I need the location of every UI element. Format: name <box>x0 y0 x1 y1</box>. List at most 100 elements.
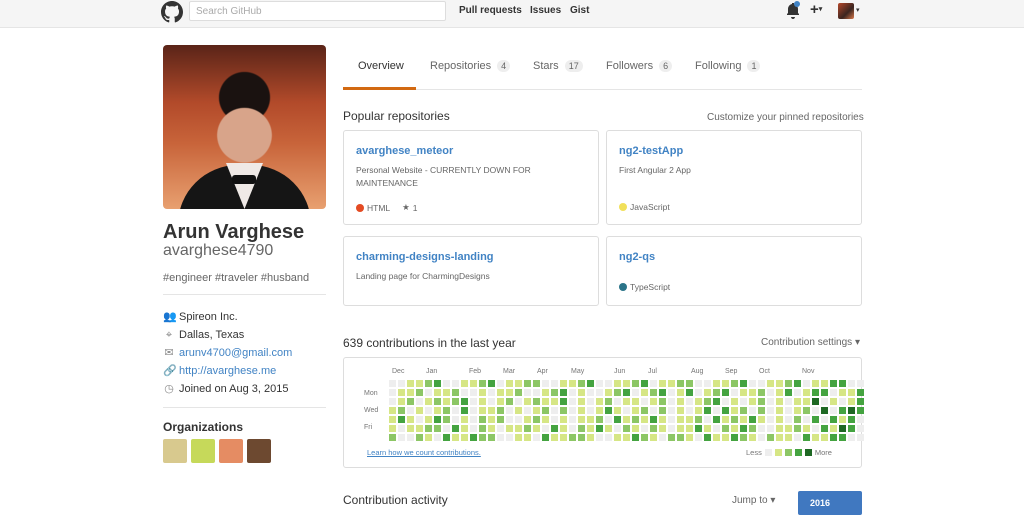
contribution-day[interactable] <box>605 416 612 423</box>
tab-stars[interactable]: Stars 17 <box>533 60 583 72</box>
contribution-day[interactable] <box>470 398 477 405</box>
contribution-day[interactable] <box>785 380 792 387</box>
contribution-day[interactable] <box>515 398 522 405</box>
contribution-day[interactable] <box>614 380 621 387</box>
contribution-day[interactable] <box>785 389 792 396</box>
create-new-button[interactable]: +▾ <box>810 2 822 18</box>
contribution-day[interactable] <box>551 407 558 414</box>
contribution-day[interactable] <box>857 407 864 414</box>
customize-pinned-link[interactable]: Customize your pinned repositories <box>707 112 864 123</box>
contribution-day[interactable] <box>740 407 747 414</box>
contribution-day[interactable] <box>785 407 792 414</box>
contribution-day[interactable] <box>713 407 720 414</box>
contribution-day[interactable] <box>767 416 774 423</box>
contribution-day[interactable] <box>785 416 792 423</box>
contribution-day[interactable] <box>416 380 423 387</box>
chevron-down-icon[interactable]: ▾ <box>856 6 860 14</box>
contribution-day[interactable] <box>848 389 855 396</box>
search-input[interactable] <box>189 1 446 21</box>
contribution-day[interactable] <box>425 425 432 432</box>
contribution-day[interactable] <box>695 398 702 405</box>
contribution-day[interactable] <box>641 434 648 441</box>
contribution-day[interactable] <box>704 380 711 387</box>
contribution-day[interactable] <box>668 425 675 432</box>
contribution-day[interactable] <box>803 434 810 441</box>
contribution-day[interactable] <box>668 380 675 387</box>
contribution-day[interactable] <box>758 407 765 414</box>
contribution-day[interactable] <box>443 398 450 405</box>
contribution-day[interactable] <box>551 380 558 387</box>
contribution-day[interactable] <box>479 416 486 423</box>
contribution-day[interactable] <box>758 389 765 396</box>
contribution-day[interactable] <box>731 398 738 405</box>
contribution-day[interactable] <box>695 416 702 423</box>
contribution-day[interactable] <box>758 416 765 423</box>
contribution-day[interactable] <box>596 380 603 387</box>
nav-gist[interactable]: Gist <box>570 5 589 16</box>
contribution-day[interactable] <box>623 425 630 432</box>
contribution-day[interactable] <box>479 407 486 414</box>
contribution-day[interactable] <box>821 398 828 405</box>
contribution-day[interactable] <box>659 416 666 423</box>
learn-contributions-link[interactable]: Learn how we count contributions. <box>367 448 481 457</box>
contribution-day[interactable] <box>731 416 738 423</box>
contribution-day[interactable] <box>578 434 585 441</box>
contribution-day[interactable] <box>515 434 522 441</box>
contribution-day[interactable] <box>416 425 423 432</box>
contribution-day[interactable] <box>614 434 621 441</box>
contribution-day[interactable] <box>686 389 693 396</box>
contribution-day[interactable] <box>470 380 477 387</box>
contribution-day[interactable] <box>776 407 783 414</box>
contribution-day[interactable] <box>596 425 603 432</box>
contribution-day[interactable] <box>767 434 774 441</box>
contribution-day[interactable] <box>722 407 729 414</box>
contribution-day[interactable] <box>533 398 540 405</box>
contribution-day[interactable] <box>587 416 594 423</box>
contribution-day[interactable] <box>407 398 414 405</box>
contribution-day[interactable] <box>488 380 495 387</box>
contribution-day[interactable] <box>551 434 558 441</box>
contribution-day[interactable] <box>497 416 504 423</box>
contribution-day[interactable] <box>452 398 459 405</box>
contribution-day[interactable] <box>812 434 819 441</box>
contribution-day[interactable] <box>722 398 729 405</box>
contribution-settings-dropdown[interactable]: Contribution settings ▾ <box>761 337 860 348</box>
contribution-day[interactable] <box>434 407 441 414</box>
contribution-day[interactable] <box>461 389 468 396</box>
contribution-day[interactable] <box>515 389 522 396</box>
contribution-day[interactable] <box>515 416 522 423</box>
contribution-day[interactable] <box>650 380 657 387</box>
contribution-day[interactable] <box>551 389 558 396</box>
contribution-day[interactable] <box>470 416 477 423</box>
contribution-day[interactable] <box>452 389 459 396</box>
contribution-day[interactable] <box>515 380 522 387</box>
contribution-day[interactable] <box>488 407 495 414</box>
contribution-day[interactable] <box>776 380 783 387</box>
contribution-day[interactable] <box>452 425 459 432</box>
contribution-day[interactable] <box>443 380 450 387</box>
contribution-day[interactable] <box>767 389 774 396</box>
contribution-day[interactable] <box>596 407 603 414</box>
contribution-day[interactable] <box>794 425 801 432</box>
contribution-day[interactable] <box>812 407 819 414</box>
contribution-day[interactable] <box>830 416 837 423</box>
organization-avatar[interactable] <box>191 439 215 463</box>
contribution-day[interactable] <box>425 407 432 414</box>
contribution-day[interactable] <box>686 398 693 405</box>
contribution-day[interactable] <box>677 398 684 405</box>
contribution-day[interactable] <box>839 380 846 387</box>
contribution-day[interactable] <box>704 425 711 432</box>
contribution-day[interactable] <box>623 407 630 414</box>
contribution-day[interactable] <box>686 425 693 432</box>
contribution-day[interactable] <box>560 434 567 441</box>
contribution-day[interactable] <box>407 416 414 423</box>
contribution-day[interactable] <box>605 398 612 405</box>
contribution-day[interactable] <box>839 425 846 432</box>
user-avatar-menu[interactable] <box>838 3 854 19</box>
contribution-day[interactable] <box>479 425 486 432</box>
contribution-day[interactable] <box>551 398 558 405</box>
contribution-day[interactable] <box>704 398 711 405</box>
contribution-day[interactable] <box>497 407 504 414</box>
contribution-day[interactable] <box>659 407 666 414</box>
contribution-day[interactable] <box>776 425 783 432</box>
